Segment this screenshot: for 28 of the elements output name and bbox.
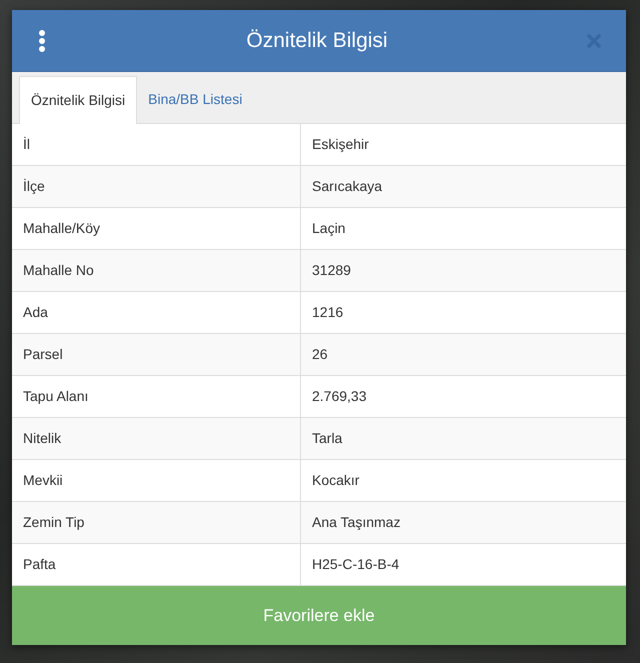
table-cell: Mevkii bbox=[12, 460, 301, 501]
dialog-title: Öznitelik Bilgisi bbox=[246, 28, 388, 54]
tab[interactable]: Bina/BB Listesi bbox=[137, 75, 254, 123]
tab[interactable]: Öznitelik Bilgisi bbox=[19, 76, 138, 124]
table-cell: Parsel bbox=[12, 334, 301, 375]
table-cell: Nitelik bbox=[12, 418, 301, 459]
table-cell: İl bbox=[12, 124, 301, 165]
table-cell: Ada bbox=[12, 292, 301, 333]
table-cell-text: Ana Taşınmaz bbox=[311, 513, 402, 532]
add-to-favorites-button[interactable]: Favorilere ekle bbox=[12, 586, 626, 645]
table-cell: Tapu Alanı bbox=[12, 376, 301, 417]
table-cell: İlçe bbox=[12, 166, 301, 207]
table-cell-text: Sarıcakaya bbox=[311, 177, 384, 196]
table-cell-text: Kocakır bbox=[311, 471, 360, 490]
table-cell-text: 31289 bbox=[311, 261, 352, 280]
table-cell: Pafta bbox=[12, 544, 301, 585]
table-cell-text: Tarla bbox=[311, 429, 344, 448]
kebab-menu-button[interactable] bbox=[36, 28, 48, 52]
table-cell-text: 1216 bbox=[311, 303, 344, 322]
table-cell-text: Eskişehir bbox=[311, 135, 370, 154]
table-cell: Mahalle No bbox=[12, 250, 301, 291]
table-cell-text: Laçin bbox=[311, 219, 346, 238]
kebab-menu-icon bbox=[38, 30, 46, 52]
table-cell: Zemin Tip bbox=[12, 502, 301, 543]
table-cell-text: 26 bbox=[311, 345, 329, 364]
table-cell: Mahalle/Köy bbox=[12, 208, 301, 249]
table-cell-text: 2.769,33 bbox=[311, 387, 368, 406]
table-cell-text: H25-C-16-B-4 bbox=[311, 555, 400, 574]
